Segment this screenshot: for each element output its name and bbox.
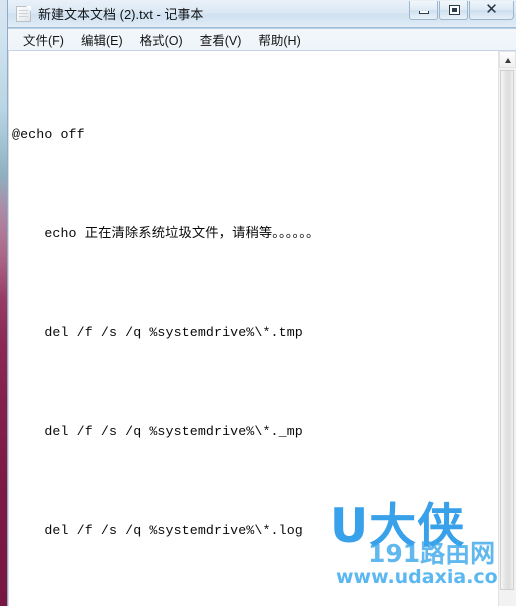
menu-item-file[interactable]: 文件(F) — [15, 28, 73, 51]
menu-item-edit[interactable]: 编辑(E) — [73, 28, 132, 51]
close-icon: ✕ — [485, 1, 498, 18]
menu-item-format[interactable]: 格式(O) — [132, 28, 192, 51]
close-button[interactable]: ✕ — [469, 1, 514, 20]
menu-item-help[interactable]: 帮助(H) — [250, 28, 309, 51]
maximize-icon — [449, 5, 460, 15]
menu-item-view[interactable]: 查看(V) — [192, 28, 251, 51]
scrollbar-thumb[interactable] — [500, 70, 514, 590]
text-line: del /f /s /q %systemdrive%\*.log — [12, 523, 303, 538]
title-bar[interactable]: 新建文本文档 (2).txt - 记事本 ✕ — [8, 0, 516, 29]
window-title: 新建文本文档 (2).txt - 记事本 — [38, 7, 204, 22]
chevron-up-icon — [505, 58, 511, 63]
window-controls: ✕ — [408, 1, 514, 20]
text-line: del /f /s /q %systemdrive%\*._mp — [12, 424, 303, 439]
notepad-document-icon — [16, 6, 31, 22]
menu-bar: 文件(F) 编辑(E) 格式(O) 查看(V) 帮助(H) — [8, 29, 516, 51]
vertical-scrollbar[interactable] — [498, 51, 516, 606]
text-line: del /f /s /q %systemdrive%\*.tmp — [12, 325, 303, 340]
text-editor-area[interactable]: @echo off echo 正在清除系统垃圾文件，请稍等。。。。。。 del … — [8, 51, 516, 606]
text-line: echo 正在清除系统垃圾文件，请稍等。。。。。。 — [12, 226, 320, 241]
scroll-up-button[interactable] — [499, 51, 516, 68]
minimize-icon — [419, 11, 429, 14]
document-text[interactable]: @echo off echo 正在清除系统垃圾文件，请稍等。。。。。。 del … — [12, 52, 491, 606]
text-line: @echo off — [12, 127, 85, 142]
notepad-window: 新建文本文档 (2).txt - 记事本 ✕ 文件(F) 编辑(E) 格式(O)… — [7, 0, 516, 606]
maximize-restore-button[interactable] — [439, 1, 468, 20]
minimize-button[interactable] — [409, 1, 438, 20]
